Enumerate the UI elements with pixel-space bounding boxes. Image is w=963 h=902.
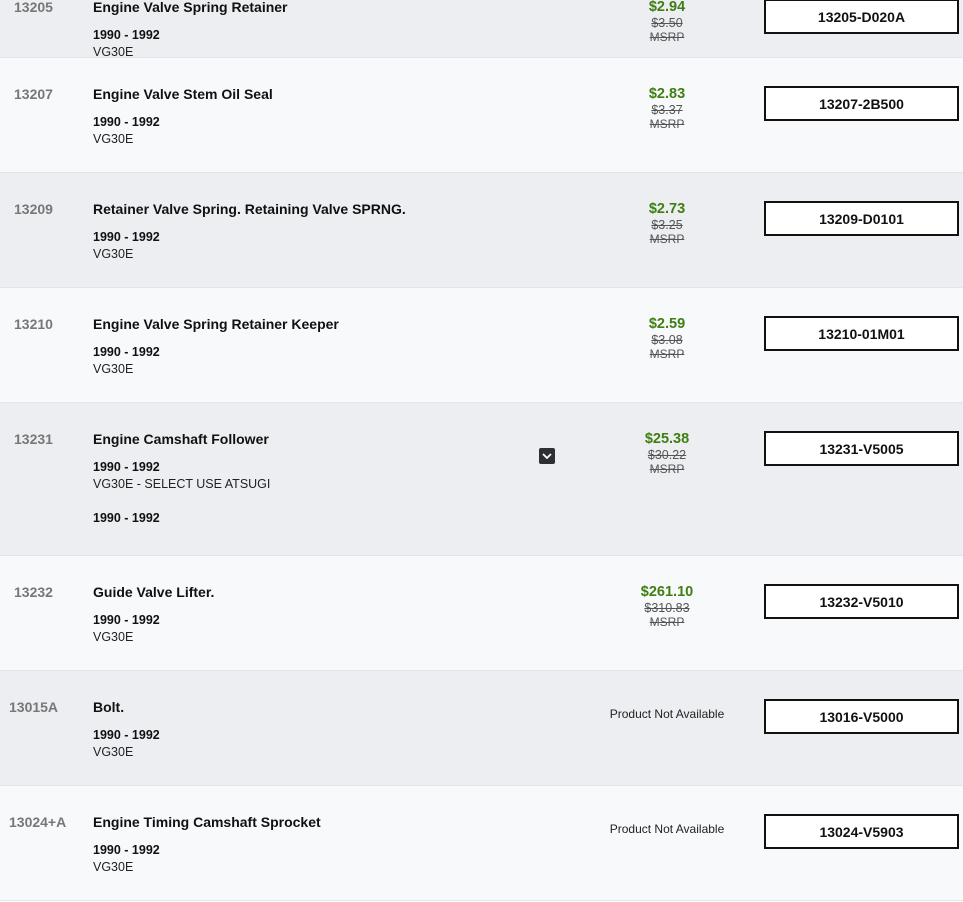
part-row: 13207 Engine Valve Stem Oil Seal 1990 - … <box>0 58 963 173</box>
original-price: $3.25 <box>651 218 683 232</box>
part-number-button[interactable]: 13232-V5010 <box>764 584 959 619</box>
msrp-label: MSRP <box>649 30 685 44</box>
sale-price: $2.94 <box>648 0 686 15</box>
sale-price: $2.73 <box>648 201 686 217</box>
fitment-years: 1990 - 1992 <box>93 28 160 42</box>
fitment-engine: VG30E <box>93 247 134 261</box>
original-price: $3.08 <box>651 333 683 347</box>
fitment-engine: VG30E <box>93 860 134 874</box>
part-number-button[interactable]: 13207-2B500 <box>764 86 959 121</box>
ref-number: 13210 <box>14 316 53 332</box>
fitment-engine: VG30E <box>93 630 134 644</box>
part-row: 13024+A Engine Timing Camshaft Sprocket … <box>0 786 963 901</box>
part-name[interactable]: Guide Valve Lifter. <box>93 584 214 600</box>
sale-price: $2.59 <box>648 316 686 332</box>
ref-number: 13207 <box>14 86 53 102</box>
part-number-button[interactable]: 13205-D020A <box>764 0 959 34</box>
part-number-button[interactable]: 13016-V5000 <box>764 699 959 734</box>
ref-number: 13209 <box>14 201 53 217</box>
part-number-button[interactable]: 13231-V5005 <box>764 431 959 466</box>
sale-price: $261.10 <box>640 584 694 600</box>
fitment-years: 1990 - 1992 <box>93 345 160 359</box>
original-price: $310.83 <box>644 601 690 615</box>
fitment-engine: VG30E <box>93 132 134 146</box>
msrp-label: MSRP <box>649 347 685 361</box>
part-name[interactable]: Engine Timing Camshaft Sprocket <box>93 814 321 830</box>
price-block: $25.38 $30.22 MSRP <box>597 431 737 476</box>
ref-number: 13024+A <box>9 814 67 830</box>
fitment-engine: VG30E - SELECT USE ATSUGI <box>93 477 271 491</box>
price-block: $2.73 $3.25 MSRP <box>597 201 737 246</box>
sale-price: $25.38 <box>644 431 690 447</box>
part-name[interactable]: Engine Valve Spring Retainer Keeper <box>93 316 339 332</box>
price-block: $2.59 $3.08 MSRP <box>597 316 737 361</box>
part-name[interactable]: Bolt. <box>93 699 124 715</box>
part-number-button[interactable]: 13209-D0101 <box>764 201 959 236</box>
part-name[interactable]: Retainer Valve Spring. Retaining Valve S… <box>93 201 406 217</box>
part-row: 13209 Retainer Valve Spring. Retaining V… <box>0 173 963 288</box>
chevron-down-icon[interactable] <box>539 448 555 464</box>
fitment-engine: VG30E <box>93 362 134 376</box>
part-row: 13205 Engine Valve Spring Retainer 1990 … <box>0 0 963 59</box>
fitment-years: 1990 - 1992 <box>93 230 160 244</box>
price-block: $261.10 $310.83 MSRP <box>597 584 737 629</box>
availability-status: Product Not Available <box>609 822 725 836</box>
part-name[interactable]: Engine Camshaft Follower <box>93 431 269 447</box>
original-price: $30.22 <box>647 448 687 462</box>
msrp-label: MSRP <box>649 117 685 131</box>
fitment-years: 1990 - 1992 <box>93 115 160 129</box>
original-price: $3.50 <box>651 16 683 30</box>
part-number-button[interactable]: 13024-V5903 <box>764 814 959 849</box>
fitment-years: 1990 - 1992 <box>93 843 160 857</box>
ref-number: 13232 <box>14 584 53 600</box>
fitment-engine: VG30E <box>93 45 134 59</box>
msrp-label: MSRP <box>649 232 685 246</box>
part-row: 13232 Guide Valve Lifter. 1990 - 1992 VG… <box>0 556 963 671</box>
sale-price: $2.83 <box>648 86 686 102</box>
parts-list: 13205 Engine Valve Spring Retainer 1990 … <box>0 0 963 901</box>
price-block: $2.94 $3.50 MSRP <box>597 0 737 44</box>
price-block: $2.83 $3.37 MSRP <box>597 86 737 131</box>
part-number-button[interactable]: 13210-01M01 <box>764 316 959 351</box>
fitment-years: 1990 - 1992 <box>93 460 160 474</box>
ref-number: 13231 <box>14 431 53 447</box>
fitment-years-secondary: 1990 - 1992 <box>93 511 160 525</box>
msrp-label: MSRP <box>649 462 685 476</box>
availability-status: Product Not Available <box>609 707 725 721</box>
part-row: 13231 Engine Camshaft Follower 1990 - 19… <box>0 403 963 556</box>
msrp-label: MSRP <box>649 615 685 629</box>
part-name[interactable]: Engine Valve Stem Oil Seal <box>93 86 273 102</box>
part-name[interactable]: Engine Valve Spring Retainer <box>93 0 288 15</box>
part-row: 13210 Engine Valve Spring Retainer Keepe… <box>0 288 963 403</box>
original-price: $3.37 <box>651 103 683 117</box>
ref-number: 13205 <box>14 0 53 15</box>
ref-number: 13015A <box>9 699 59 715</box>
fitment-years: 1990 - 1992 <box>93 613 160 627</box>
fitment-engine: VG30E <box>93 745 134 759</box>
fitment-years: 1990 - 1992 <box>93 728 160 742</box>
part-row: 13015A Bolt. 1990 - 1992 VG30E Product N… <box>0 671 963 786</box>
